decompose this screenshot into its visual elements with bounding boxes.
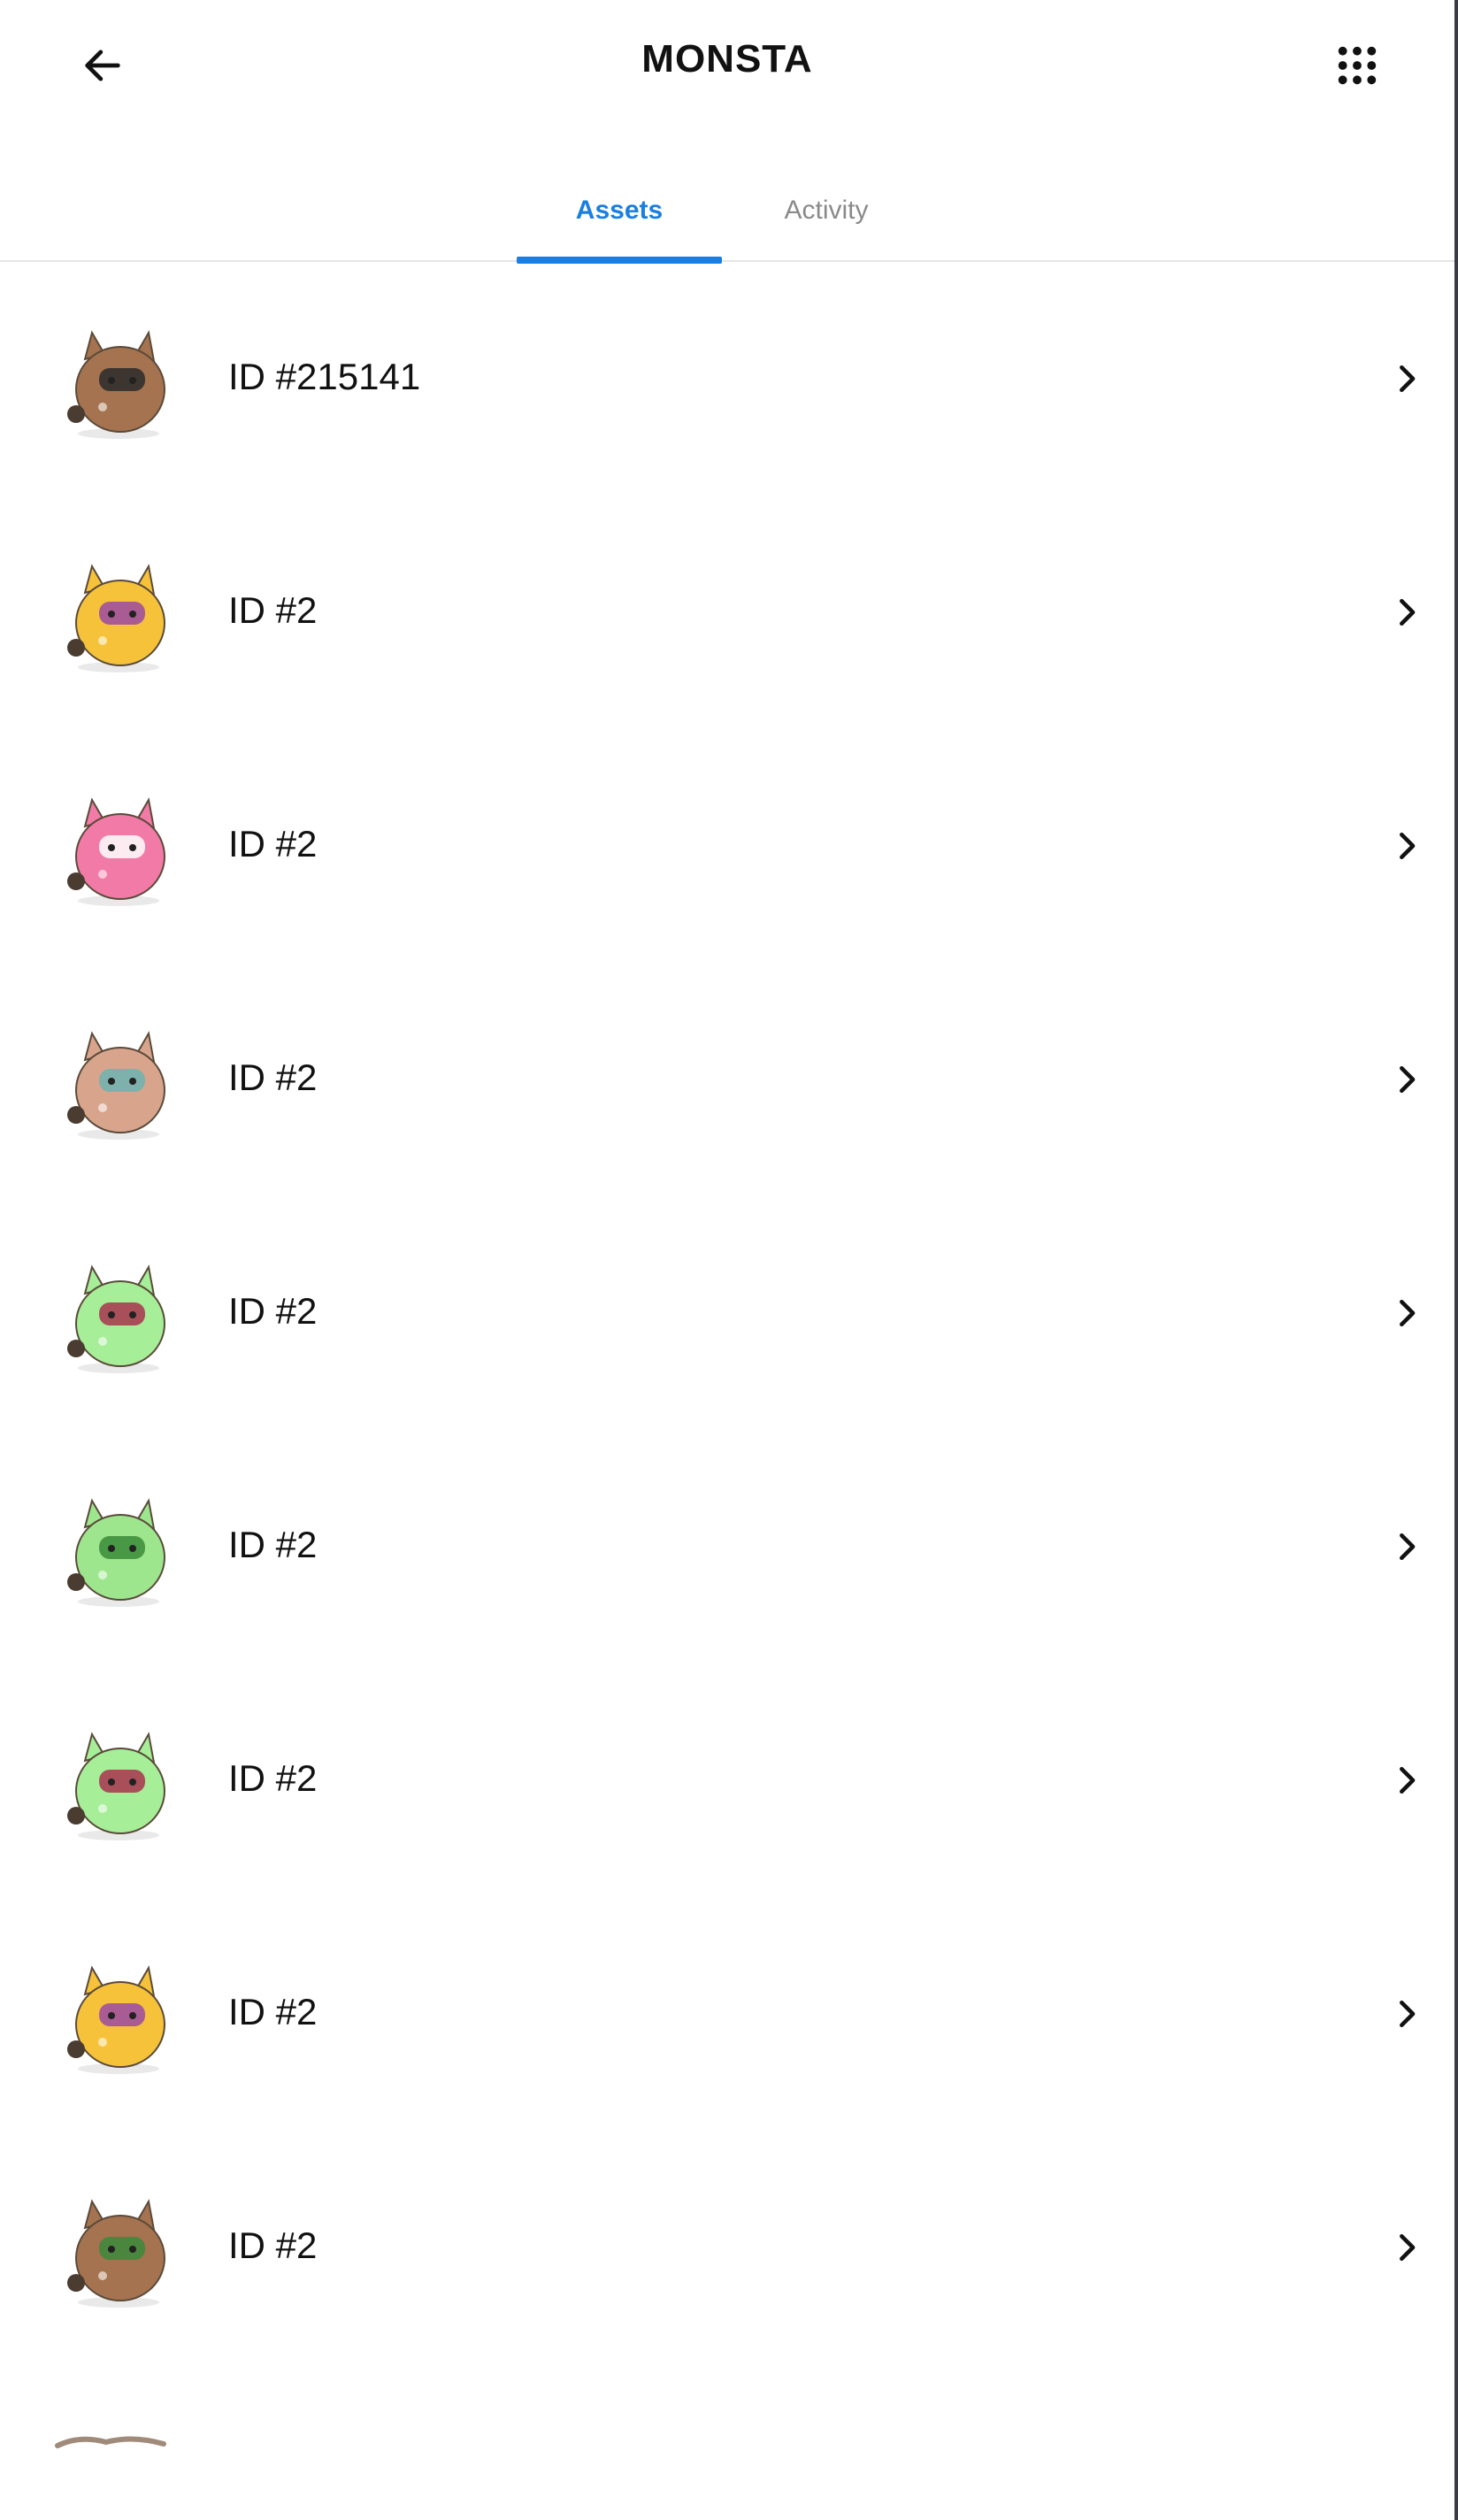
asset-id-label: ID #2 (228, 823, 318, 864)
top-bar: MONSTA (0, 0, 1454, 131)
asset-row[interactable]: ID #2 (0, 1667, 1454, 1901)
asset-row[interactable]: ID #2 (0, 499, 1454, 733)
chevron-right-icon (1387, 2228, 1426, 2267)
green-creature-icon (50, 1256, 182, 1377)
asset-id-label: ID #2 (228, 1757, 318, 1799)
asset-row[interactable]: ID #2 (0, 1901, 1454, 2134)
asset-id-label: ID #2 (228, 1991, 318, 2032)
leafy-green-creature-icon (50, 1490, 182, 1610)
chevron-right-icon (1387, 359, 1426, 398)
asset-id-label: ID #2 (228, 1290, 318, 1332)
asset-row[interactable]: ID #2 (0, 733, 1454, 966)
asset-id-label: ID #2 (228, 2224, 318, 2266)
app-screen: MONSTA Assets Activity ID #215141 ID #2 ID… (0, 0, 1458, 2520)
chevron-right-icon (1387, 1060, 1426, 1099)
grid-menu-icon (1338, 46, 1377, 85)
yellow-creature-icon (50, 1957, 182, 2078)
window-edge (1454, 0, 1458, 2520)
asset-row[interactable]: ID #2 (0, 1200, 1454, 1433)
chevron-right-icon (1387, 1294, 1426, 1333)
asset-id-label: ID #2 (228, 1524, 318, 1565)
brown-leafy-creature-icon (50, 2191, 182, 2311)
asset-id-label: ID #2 (228, 1056, 318, 1098)
chevron-right-icon (1387, 1761, 1426, 1800)
tab-assets[interactable]: Assets (517, 159, 722, 262)
brown-masked-creature-icon (50, 322, 182, 442)
chevron-right-icon (1387, 1527, 1426, 1566)
chevron-right-icon (1387, 593, 1426, 632)
asset-row[interactable]: ID #2 (0, 2134, 1454, 2368)
page-title: MONSTA (641, 37, 813, 81)
asset-row[interactable]: ID #215141 (0, 265, 1454, 499)
apps-menu-button[interactable] (1322, 30, 1393, 101)
partial-creature-icon (55, 2436, 166, 2448)
chevron-right-icon (1387, 826, 1426, 865)
active-tab-indicator (517, 257, 722, 264)
asset-row[interactable]: ID #2 (0, 966, 1454, 1200)
tan-creature-icon (50, 1023, 182, 1143)
chevron-right-icon (1387, 1994, 1426, 2033)
asset-row[interactable]: ID #2 (0, 1433, 1454, 1667)
asset-id-label: ID #2 (228, 589, 318, 631)
yellow-creature-icon (50, 556, 182, 676)
pink-creature-icon (50, 789, 182, 910)
asset-id-label: ID #215141 (228, 356, 421, 397)
green-creature-icon (50, 1724, 182, 1844)
tab-activity[interactable]: Activity (724, 159, 929, 262)
tab-bar: Assets Activity (0, 159, 1454, 264)
